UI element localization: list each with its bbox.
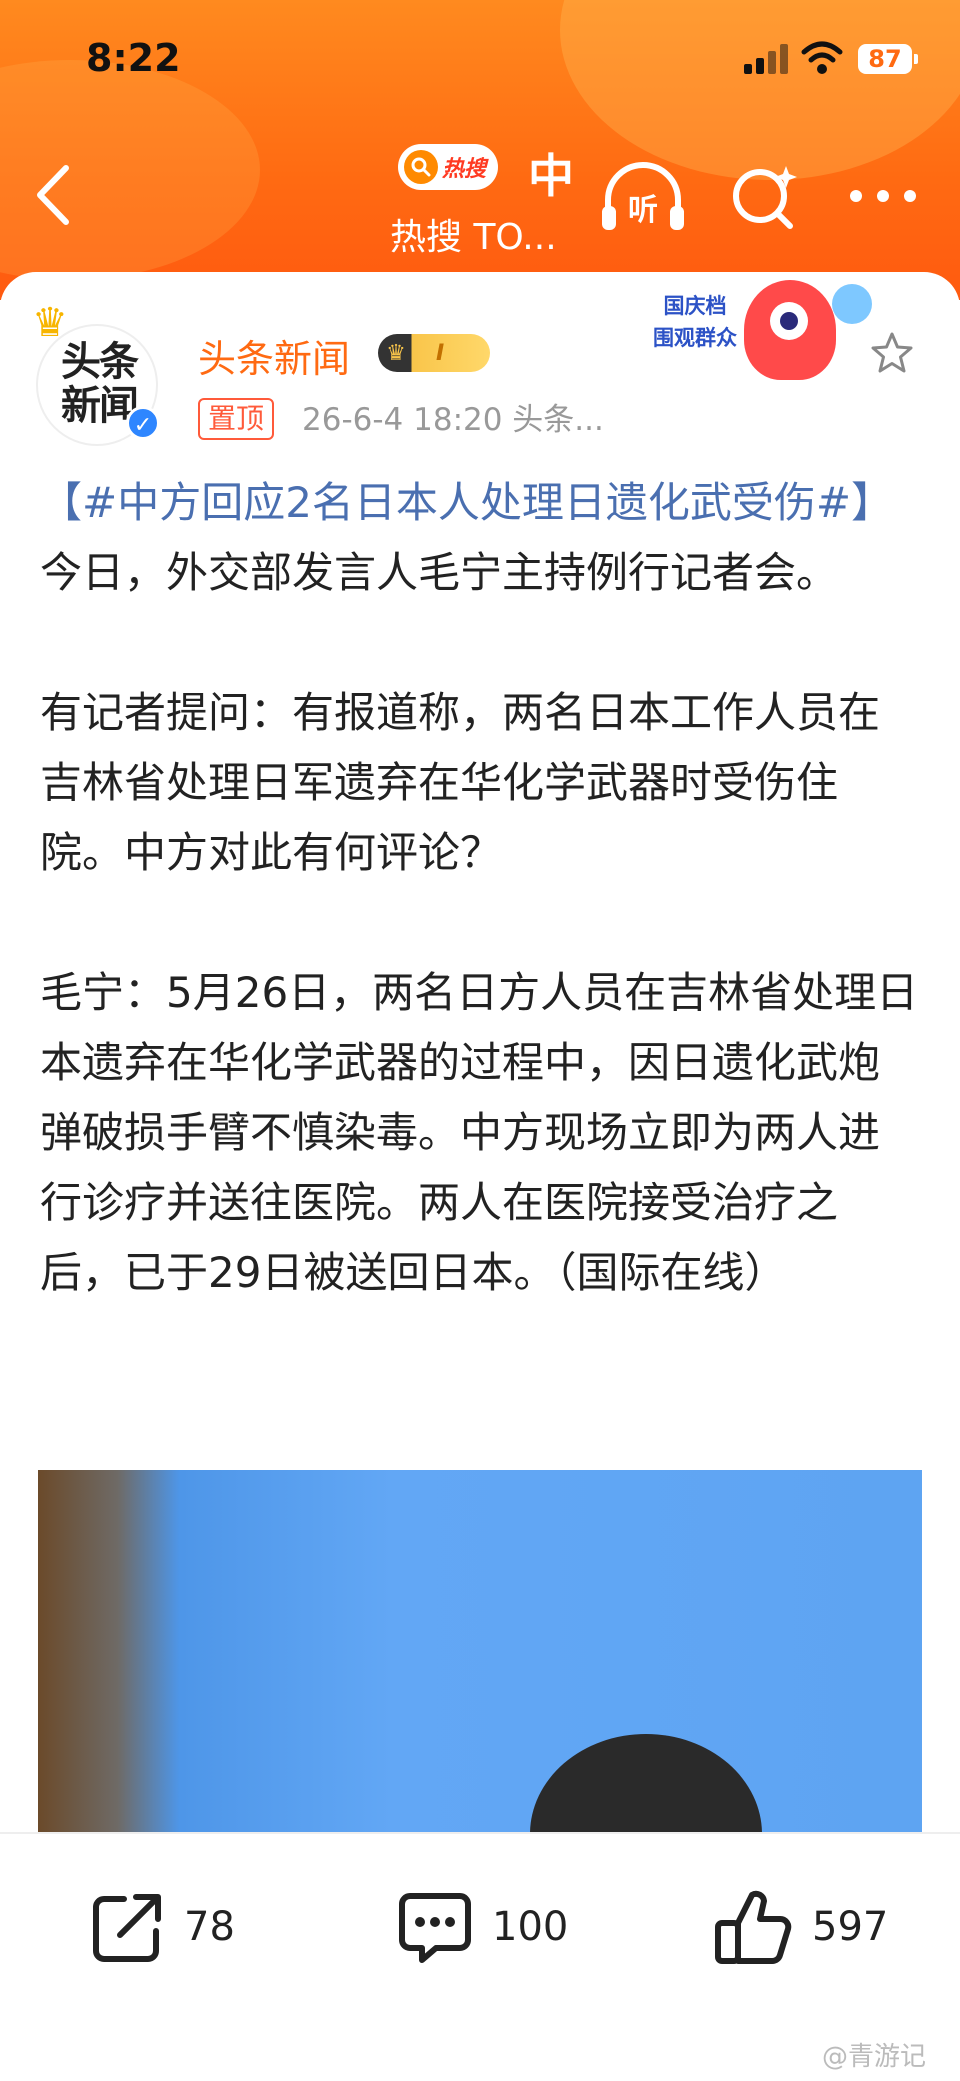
post-meta: 26-6-4 18:20 头条... — [302, 402, 604, 438]
hot-badge-label: 热搜 — [442, 157, 487, 182]
favorite-star-button[interactable] — [868, 330, 916, 378]
topic-link[interactable]: 【#中方回应2名日本人处理日遗化武受伤#】 — [40, 478, 893, 527]
post-card: ♛ 头条 新闻 ✓ 头条新闻 ♛ I 置顶 26-6-4 18:20 头条...… — [0, 272, 960, 1832]
author-name[interactable]: 头条新闻 — [198, 328, 350, 383]
mascot-icon — [744, 280, 836, 380]
promo-banner[interactable]: 国庆档 围观群众 — [648, 280, 878, 396]
member-level-badge[interactable]: ♛ I — [378, 334, 490, 372]
verified-icon: ✓ — [126, 406, 160, 440]
share-icon — [93, 1894, 161, 1962]
post-image[interactable] — [38, 1470, 922, 1832]
hot-topic-char[interactable]: 中 — [528, 140, 574, 206]
search-button[interactable] — [730, 162, 800, 232]
top-header: 8:22 87 热搜 中 热搜 TO... 听 — [0, 0, 960, 300]
listen-button[interactable]: 听 — [600, 162, 686, 236]
microphone-shape — [530, 1734, 762, 1832]
avatar-logo-line: 头条 — [61, 339, 139, 385]
like-button[interactable]: 597 — [714, 1882, 888, 1972]
like-count: 597 — [812, 1904, 889, 1950]
comment-count: 100 — [492, 1904, 569, 1950]
back-button[interactable] — [30, 160, 80, 230]
decoration-icon — [832, 284, 872, 324]
comment-icon — [399, 1893, 471, 1963]
more-options-button[interactable] — [850, 186, 916, 206]
level-label: I — [436, 340, 445, 366]
wifi-icon — [801, 41, 843, 74]
share-count: 78 — [184, 1904, 235, 1950]
header-decoration — [560, 0, 960, 180]
share-button[interactable]: 78 — [90, 1882, 235, 1972]
listen-label: 听 — [628, 193, 658, 228]
dot-icon — [904, 190, 916, 202]
hot-search-badge[interactable]: 热搜 — [398, 144, 498, 190]
comment-button[interactable]: 100 — [396, 1882, 568, 1972]
post-body-text: 今日，外交部发言人毛宁主持例行记者会。 有记者提问：有报道称，两名日本工作人员在… — [40, 548, 919, 1297]
hot-topic-subtitle[interactable]: 热搜 TO... — [390, 208, 557, 260]
dot-icon — [850, 190, 862, 202]
crown-icon: ♛ — [386, 340, 406, 366]
watermark: @青游记 — [821, 2042, 926, 2072]
author-avatar[interactable]: ♛ 头条 新闻 ✓ — [32, 300, 160, 446]
pinned-tag: 置顶 — [198, 398, 275, 440]
search-icon — [404, 150, 438, 184]
bottom-action-bar: 78 100 597 @青游记 — [0, 1832, 960, 2081]
post-body: 【#中方回应2名日本人处理日遗化武受伤#】 今日，外交部发言人毛宁主持例行记者会… — [40, 468, 920, 1308]
promo-label: 国庆档 围观群众 — [648, 290, 742, 362]
signal-icon — [744, 44, 788, 74]
thumbs-up-icon — [715, 1890, 792, 1964]
status-time: 8:22 — [86, 36, 181, 80]
battery-icon: 87 — [858, 44, 918, 74]
dot-icon — [877, 190, 889, 202]
